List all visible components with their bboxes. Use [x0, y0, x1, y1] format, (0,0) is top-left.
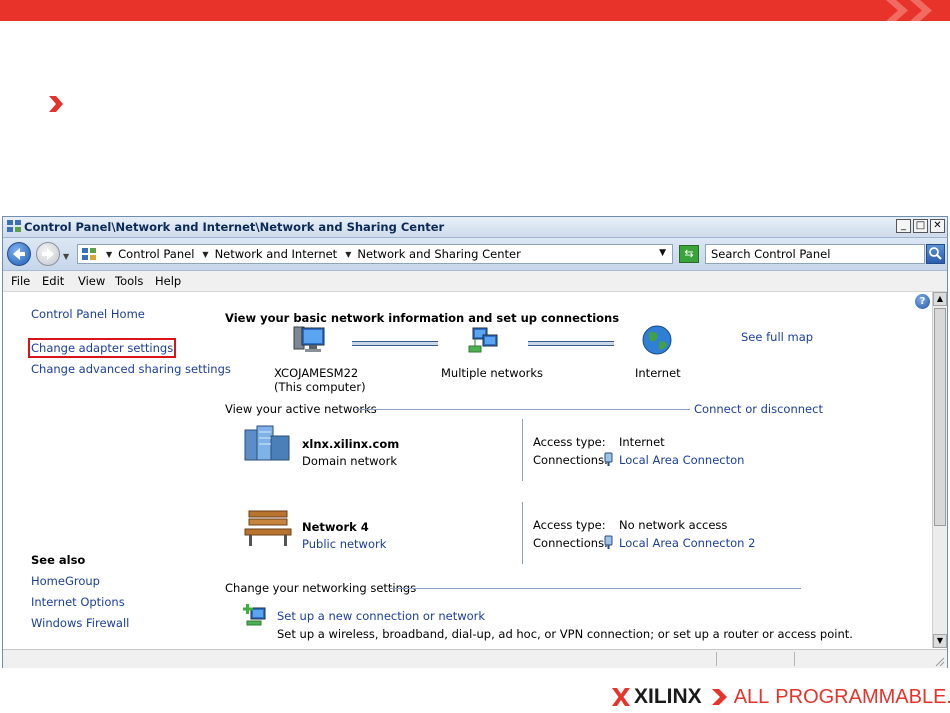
- network-1-name: xlnx.xilinx.com: [302, 437, 400, 451]
- menu-file[interactable]: File: [11, 274, 30, 288]
- search-icon: [929, 247, 942, 260]
- multiple-networks-icon: [468, 327, 498, 353]
- status-separator: [716, 652, 717, 666]
- see-also-heading: See also: [31, 553, 86, 567]
- computer-icon: [293, 326, 325, 352]
- active-networks-label: View your active networks: [225, 402, 377, 416]
- address-dropdown-icon[interactable]: ▼: [659, 248, 666, 258]
- back-arrow-icon: [13, 248, 25, 260]
- scroll-up-button[interactable]: ▲: [933, 292, 947, 306]
- crumb-network-and-sharing-center[interactable]: Network and Sharing Center: [357, 247, 520, 261]
- tagline-all: ALL: [733, 685, 770, 708]
- internet-globe-icon: [642, 325, 672, 355]
- crumb-separator-icon[interactable]: ▼: [345, 250, 351, 259]
- back-button[interactable]: [7, 242, 31, 266]
- xilinx-logo-icon: [612, 688, 630, 706]
- content-area: Control Panel Home Change adapter settin…: [3, 292, 931, 648]
- map-multiple-networks: Multiple networks: [441, 366, 544, 380]
- menu-edit[interactable]: Edit: [42, 274, 64, 288]
- recent-pages-dropdown-icon[interactable]: ▼: [63, 252, 69, 261]
- network-2-connection-link[interactable]: Local Area Connecton 2: [619, 536, 755, 550]
- public-network-bench-icon: [244, 510, 292, 546]
- map-connector-line: [352, 341, 438, 346]
- section-divider: [356, 409, 690, 410]
- setup-new-connection-desc: Set up a wireless, broadband, dial-up, a…: [277, 627, 853, 641]
- ethernet-plug-icon: [604, 452, 613, 466]
- network-2-access-value: No network access: [619, 518, 728, 532]
- menu-help[interactable]: Help: [155, 274, 181, 288]
- xilinx-branding: XILINX ALL PROGRAMMABLE.: [612, 684, 950, 710]
- sidebar-change-adapter-settings[interactable]: Change adapter settings: [27, 338, 177, 358]
- sidebar-change-advanced-sharing[interactable]: Change advanced sharing settings: [31, 362, 231, 376]
- scroll-thumb[interactable]: [934, 308, 946, 526]
- search-input[interactable]: [711, 247, 911, 261]
- menu-view[interactable]: View: [78, 274, 105, 288]
- network-center-icon: [7, 220, 21, 232]
- forward-arrow-icon: [42, 248, 54, 260]
- slide-top-bar: [0, 0, 950, 21]
- network-1-connection-link[interactable]: Local Area Connecton: [619, 453, 744, 467]
- crumb-separator-icon[interactable]: ▼: [202, 250, 208, 259]
- network-1-connections-label: Connections:: [533, 453, 608, 467]
- menu-bar: File Edit View Tools Help: [3, 271, 947, 292]
- map-computer-sub: (This computer): [274, 380, 366, 394]
- connect-or-disconnect-link[interactable]: Connect or disconnect: [694, 402, 823, 416]
- network-1-access-label: Access type:: [533, 435, 606, 449]
- crumb-separator-icon[interactable]: ▼: [106, 250, 112, 259]
- explorer-window: Control Panel\Network and Internet\Netwo…: [2, 216, 948, 668]
- see-full-map-link[interactable]: See full map: [741, 330, 813, 344]
- chevron-icon: [711, 689, 727, 705]
- navigation-bar: ▼ ▼ Control Panel ▼ Network and Internet…: [3, 238, 947, 271]
- column-divider: [522, 419, 523, 481]
- crumb-control-panel[interactable]: Control Panel: [118, 247, 194, 261]
- resize-grip-icon[interactable]: [934, 656, 945, 667]
- title-bar: Control Panel\Network and Internet\Netwo…: [3, 217, 947, 238]
- menu-tools[interactable]: Tools: [115, 274, 143, 288]
- column-divider: [522, 502, 523, 564]
- search-box[interactable]: [705, 244, 925, 264]
- chevron-decor-icon: [886, 0, 908, 21]
- address-bar[interactable]: ▼ Control Panel ▼ Network and Internet ▼…: [77, 244, 673, 264]
- help-icon[interactable]: ?: [915, 294, 930, 309]
- network-2-type-link[interactable]: Public network: [302, 537, 386, 551]
- chevron-decor-icon: [910, 0, 932, 21]
- see-also-windows-firewall[interactable]: Windows Firewall: [31, 616, 129, 630]
- minimize-button[interactable]: _: [896, 219, 911, 233]
- ethernet-plug-icon: [604, 535, 613, 549]
- main-heading: View your basic network information and …: [225, 311, 620, 325]
- map-computer-name: XCOJAMESM22: [274, 366, 359, 380]
- sidebar-control-panel-home[interactable]: Control Panel Home: [31, 307, 145, 321]
- close-button[interactable]: ✕: [930, 219, 945, 233]
- refresh-button[interactable]: ⇆: [679, 245, 699, 263]
- domain-network-icon: [244, 425, 290, 461]
- network-1-access-value: Internet: [619, 435, 665, 449]
- see-also-homegroup[interactable]: HomeGroup: [31, 574, 100, 588]
- network-2-name: Network 4: [302, 520, 369, 534]
- setup-new-connection-link[interactable]: Set up a new connection or network: [277, 609, 485, 623]
- section-divider: [388, 588, 801, 589]
- control-panel-icon: [82, 248, 96, 260]
- window-title: Control Panel\Network and Internet\Netwo…: [24, 220, 445, 234]
- forward-button[interactable]: [36, 242, 60, 266]
- map-connector-line: [528, 341, 614, 346]
- map-internet: Internet: [635, 366, 681, 380]
- network-2-access-label: Access type:: [533, 518, 606, 532]
- see-also-internet-options[interactable]: Internet Options: [31, 595, 125, 609]
- search-button[interactable]: [926, 244, 945, 264]
- vertical-scrollbar[interactable]: ▲ ▼: [932, 292, 947, 648]
- maximize-button[interactable]: □: [913, 219, 928, 233]
- status-bar: [3, 649, 947, 668]
- status-separator: [794, 652, 795, 666]
- network-2-connections-label: Connections:: [533, 536, 608, 550]
- scroll-down-button[interactable]: ▼: [933, 634, 947, 648]
- tagline-programmable: PROGRAMMABLE.: [775, 685, 950, 708]
- crumb-network-and-internet[interactable]: Network and Internet: [215, 247, 338, 261]
- bullet-chevron-icon: [49, 96, 63, 112]
- xilinx-logo-text: XILINX: [634, 685, 702, 708]
- new-connection-icon: [243, 604, 266, 626]
- network-1-type: Domain network: [302, 454, 397, 468]
